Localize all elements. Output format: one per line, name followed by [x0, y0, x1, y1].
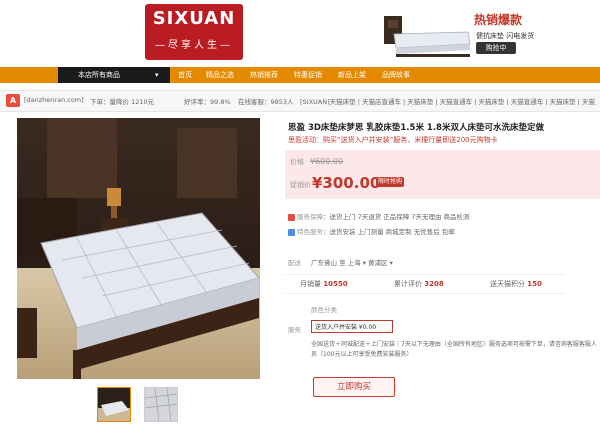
stat-monthly-sales: 月销量 10550 — [300, 279, 348, 289]
service-guarantee: 服务保障：送货上门 7天退货 正品保障 7天无理由 商品检测 — [288, 211, 470, 221]
stat-reviews[interactable]: 累计评价 3208 — [394, 279, 444, 289]
nav-item-new[interactable]: 新品上架 — [338, 67, 366, 83]
service-option-install[interactable]: 送货入户并安装 ¥0.00 — [311, 320, 393, 333]
shop-stat-service: 在线客服：9853人 — [238, 98, 294, 106]
guarantee-icon — [288, 213, 295, 221]
shop-links[interactable]: [SIXUAN]天猫床垫 | 天猫店直通车 | 天猫床垫 | 天猫直通车 | 天… — [300, 96, 596, 106]
stat-reviews-value: 3208 — [424, 280, 444, 288]
install-note: 全国送货＋同城配送＋上门安装｜7天以下无理由（全国所有地区）服务选项可按需下单，… — [311, 341, 597, 358]
color-label: 颜色分类 — [311, 306, 337, 314]
product-promo[interactable]: 思盈活动：购买“送货入户并安装”服务，米撞行量即送200元购物卡 — [288, 135, 498, 145]
stat-points-value: 150 — [527, 280, 542, 288]
shop-stat-sales: 下单：量降价 1210元 — [90, 98, 155, 106]
nav-item-home[interactable]: 首页 — [178, 67, 192, 83]
service-option-label: 服务 — [288, 326, 301, 334]
price-badge: 限时抢购 — [376, 177, 404, 187]
product-title: 思盈 3D床垫床梦思 乳胶床垫1.5米 1.8米双人床垫可水洗床垫定做 — [288, 123, 544, 133]
all-products-menu[interactable]: 本店所有商品 — [58, 67, 170, 83]
sale-price-label: 促销价 — [290, 181, 311, 189]
special-service-icon — [288, 228, 295, 236]
stat-points-label: 送天猫积分 — [490, 280, 525, 288]
logo-subtitle: —尽享人生— — [155, 40, 233, 51]
nav-item-selection[interactable]: 精品之选 — [206, 67, 234, 83]
shop-stat-rating: 好评率：99.8% — [184, 98, 231, 106]
promo-bed-image[interactable] — [380, 10, 472, 58]
nav-item-hot[interactable]: 热销推荐 — [250, 67, 278, 83]
menu-arrow-icon: ▾ — [155, 71, 159, 79]
thumbnail-2[interactable] — [144, 387, 178, 422]
delivery-label: 配送 — [288, 259, 301, 267]
stat-monthly-sales-label: 月销量 — [300, 280, 321, 288]
shop-url[interactable]: [danzhenran.com] — [24, 96, 84, 104]
sale-price: ¥300.00 — [312, 174, 381, 192]
nav-item-story[interactable]: 品牌故事 — [382, 67, 410, 83]
shop-badge-icon: A — [6, 94, 20, 107]
buy-now-button[interactable]: 立即购买 — [313, 377, 395, 397]
original-price-label: 价格 — [290, 158, 304, 166]
original-price: ¥600.00 — [310, 157, 344, 166]
promo-buy-button[interactable]: 购抢中 — [476, 42, 516, 54]
delivery-location-select[interactable]: 广东佛山 至 上海 ▾ 黄浦区 ▾ — [311, 257, 393, 267]
thumbnail-1[interactable] — [97, 387, 131, 422]
service-guarantee-text[interactable]: 送货上门 7天退货 正品保障 7天无理由 商品检测 — [330, 213, 470, 221]
promo-subtitle: 健抗床垫 闪电发货 — [476, 32, 535, 40]
main-product-image[interactable] — [17, 118, 260, 379]
stat-monthly-sales-value: 10550 — [323, 280, 348, 288]
stat-points: 送天猫积分 150 — [490, 279, 542, 289]
shop-logo[interactable]: SIXUAN —尽享人生— — [145, 4, 243, 60]
stat-reviews-label: 累计评价 — [394, 280, 422, 288]
nav-item-sale[interactable]: 特惠促销 — [294, 67, 322, 83]
special-service-label: 特色服务 — [297, 228, 323, 236]
special-service: 特色服务：送货安装 上门测量 商城定制 无忧售后 包邮 — [288, 226, 455, 236]
promo-title: 热销爆款 — [474, 13, 523, 27]
special-service-text[interactable]: 送货安装 上门测量 商城定制 无忧售后 包邮 — [330, 228, 455, 236]
service-guarantee-label: 服务保障 — [297, 213, 323, 221]
logo-text: SIXUAN — [152, 8, 236, 29]
